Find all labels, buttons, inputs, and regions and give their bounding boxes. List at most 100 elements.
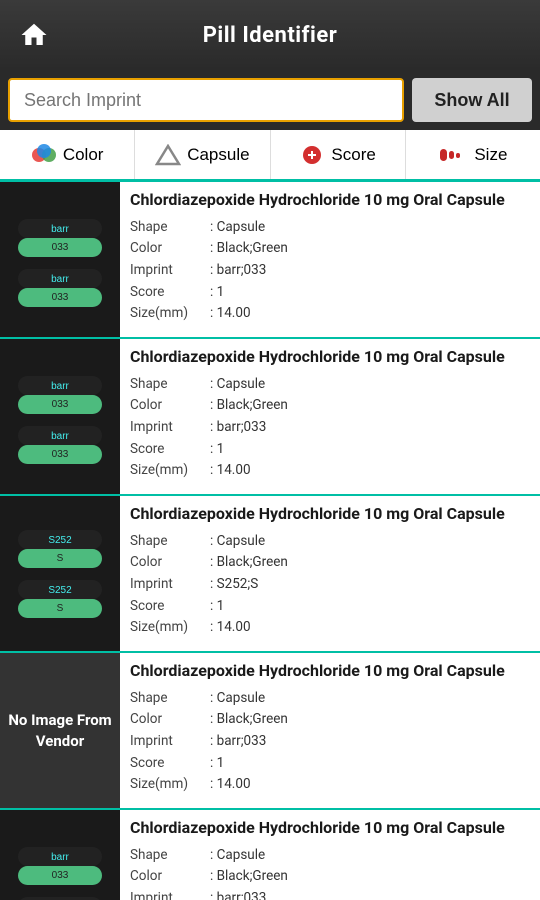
imprint-label: Imprint [130, 417, 210, 439]
imprint-label: Imprint [130, 574, 210, 596]
imprint-label: Imprint [130, 731, 210, 753]
imprint-label: Imprint [130, 888, 210, 900]
svg-text:033: 033 [52, 399, 69, 410]
pill-info-1: Chlordiazepoxide Hydrochloride 10 mg Ora… [120, 339, 540, 494]
size-value: : 14.00 [210, 617, 251, 639]
size-value: : 14.00 [210, 460, 251, 482]
svg-text:033: 033 [52, 449, 69, 460]
pill-image-3: No Image From Vendor [0, 653, 120, 808]
size-label: Size(mm) [130, 617, 210, 639]
imprint-value: : barr;033 [210, 888, 266, 900]
score-icon [299, 144, 325, 166]
filter-capsule-button[interactable]: Capsule [135, 130, 270, 179]
pill-name: Chlordiazepoxide Hydrochloride 10 mg Ora… [130, 661, 530, 682]
filter-color-button[interactable]: Color [0, 130, 135, 179]
color-label: Color [130, 238, 210, 260]
score-value: : 1 [210, 282, 224, 304]
svg-text:033: 033 [52, 292, 69, 303]
size-label: Size(mm) [130, 460, 210, 482]
color-value: : Black;Green [210, 552, 288, 574]
shape-label: Shape [130, 217, 210, 239]
shape-value: : Capsule [210, 531, 265, 553]
page-title: Pill Identifier [56, 23, 484, 48]
svg-text:S: S [57, 553, 64, 564]
pill-name: Chlordiazepoxide Hydrochloride 10 mg Ora… [130, 504, 530, 525]
svg-text:barr: barr [51, 431, 69, 442]
shape-label: Shape [130, 531, 210, 553]
size-value: : 14.00 [210, 774, 251, 796]
pill-image-0: barr 033 barr 033 [0, 182, 120, 337]
color-dots-icon [31, 144, 57, 166]
table-row[interactable]: barr 033 barr 033 Chlordiazepoxide Hydro… [0, 339, 540, 496]
score-label: Score [130, 753, 210, 775]
color-label: Color [130, 709, 210, 731]
size-label: Size(mm) [130, 303, 210, 325]
header: Pill Identifier [0, 0, 540, 70]
pill-info-4: Chlordiazepoxide Hydrochloride 10 mg Ora… [120, 810, 540, 900]
filter-size-button[interactable]: Size [406, 130, 540, 179]
score-label: Score [130, 439, 210, 461]
pill-info-0: Chlordiazepoxide Hydrochloride 10 mg Ora… [120, 182, 540, 337]
color-label: Color [130, 552, 210, 574]
pill-info-2: Chlordiazepoxide Hydrochloride 10 mg Ora… [120, 496, 540, 651]
color-label: Color [130, 395, 210, 417]
color-value: : Black;Green [210, 238, 288, 260]
svg-text:033: 033 [52, 242, 69, 253]
size-icon [438, 144, 468, 166]
shape-label: Shape [130, 845, 210, 867]
score-value: : 1 [210, 596, 224, 618]
show-all-button[interactable]: Show All [412, 78, 532, 122]
size-value: : 14.00 [210, 303, 251, 325]
pill-info-3: Chlordiazepoxide Hydrochloride 10 mg Ora… [120, 653, 540, 808]
search-input[interactable] [8, 78, 404, 122]
pill-name: Chlordiazepoxide Hydrochloride 10 mg Ora… [130, 347, 530, 368]
imprint-value: : barr;033 [210, 731, 266, 753]
score-label: Score [130, 596, 210, 618]
filter-row: Color Capsule Score Size [0, 130, 540, 182]
pill-list: barr 033 barr 033 Chlordiazepoxide Hydro… [0, 182, 540, 900]
color-value: : Black;Green [210, 709, 288, 731]
table-row[interactable]: barr 033 barr 033 Chlordiazepoxide Hydro… [0, 182, 540, 339]
color-value: : Black;Green [210, 866, 288, 888]
filter-capsule-label: Capsule [187, 145, 249, 165]
capsule-icon [155, 144, 181, 166]
score-value: : 1 [210, 753, 224, 775]
home-icon [19, 20, 49, 50]
table-row[interactable]: barr 033 barr 033 Chlordiazepoxide Hydro… [0, 810, 540, 900]
svg-text:barr: barr [51, 381, 69, 392]
pill-name: Chlordiazepoxide Hydrochloride 10 mg Ora… [130, 818, 530, 839]
shape-value: : Capsule [210, 374, 265, 396]
shape-value: : Capsule [210, 688, 265, 710]
shape-value: : Capsule [210, 845, 265, 867]
color-value: : Black;Green [210, 395, 288, 417]
no-image-label: No Image From Vendor [0, 710, 120, 752]
filter-color-label: Color [63, 145, 104, 165]
color-label: Color [130, 866, 210, 888]
imprint-value: : barr;033 [210, 417, 266, 439]
imprint-value: : barr;033 [210, 260, 266, 282]
svg-text:S252: S252 [48, 585, 72, 596]
table-row[interactable]: S252 S S252 S Chlordiazepoxide Hydrochlo… [0, 496, 540, 653]
svg-text:S: S [57, 603, 64, 614]
svg-text:S252: S252 [48, 535, 72, 546]
svg-text:barr: barr [51, 852, 69, 863]
search-row: Show All [0, 70, 540, 130]
score-label: Score [130, 282, 210, 304]
pill-image-4: barr 033 barr 033 [0, 810, 120, 900]
svg-text:barr: barr [51, 274, 69, 285]
shape-value: : Capsule [210, 217, 265, 239]
shape-label: Shape [130, 374, 210, 396]
score-value: : 1 [210, 439, 224, 461]
filter-size-label: Size [474, 145, 507, 165]
table-row[interactable]: No Image From Vendor Chlordiazepoxide Hy… [0, 653, 540, 810]
size-label: Size(mm) [130, 774, 210, 796]
imprint-value: : S252;S [210, 574, 258, 596]
shape-label: Shape [130, 688, 210, 710]
home-button[interactable] [12, 13, 56, 57]
filter-score-button[interactable]: Score [271, 130, 406, 179]
svg-text:barr: barr [51, 224, 69, 235]
imprint-label: Imprint [130, 260, 210, 282]
pill-image-2: S252 S S252 S [0, 496, 120, 651]
pill-image-1: barr 033 barr 033 [0, 339, 120, 494]
pill-name: Chlordiazepoxide Hydrochloride 10 mg Ora… [130, 190, 530, 211]
